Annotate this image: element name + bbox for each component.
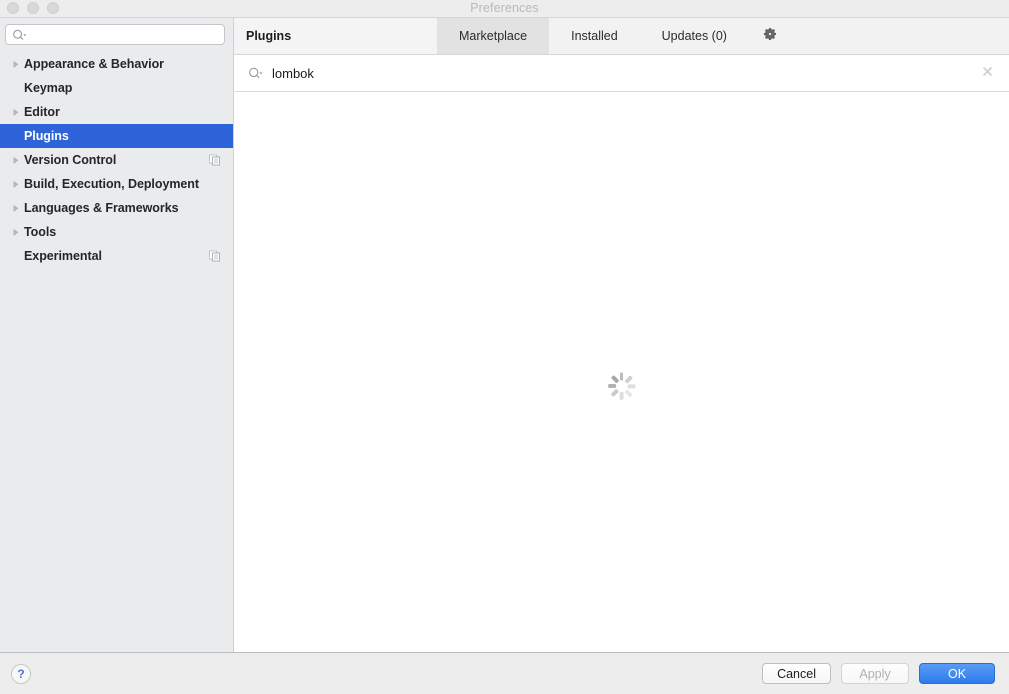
sidebar-item-build-execution-deployment[interactable]: Build, Execution, Deployment — [0, 172, 233, 196]
sidebar-item-label: Experimental — [24, 249, 102, 263]
ok-button[interactable]: OK — [919, 663, 995, 684]
main-split: Appearance & Behavior Keymap Editor Plug… — [0, 18, 1009, 652]
sidebar-item-tools[interactable]: Tools — [0, 220, 233, 244]
chevron-right-icon[interactable] — [8, 204, 24, 213]
chevron-right-icon[interactable] — [8, 156, 24, 165]
page-title: Plugins — [234, 18, 437, 54]
plugin-settings-button[interactable] — [749, 18, 791, 54]
chevron-right-icon[interactable] — [8, 180, 24, 189]
tab-marketplace[interactable]: Marketplace — [437, 18, 550, 54]
sidebar-item-label: Build, Execution, Deployment — [24, 177, 200, 191]
sidebar-item-label: Appearance & Behavior — [24, 57, 164, 71]
chevron-right-icon — [8, 132, 24, 141]
tab-label: Installed — [571, 29, 618, 43]
project-settings-icon — [209, 154, 220, 166]
settings-sidebar: Appearance & Behavior Keymap Editor Plug… — [0, 18, 234, 652]
sidebar-item-version-control[interactable]: Version Control — [0, 148, 233, 172]
dialog-footer: ? Cancel Apply OK — [0, 652, 1009, 694]
search-icon — [248, 67, 264, 80]
sidebar-item-editor[interactable]: Editor — [0, 100, 233, 124]
sidebar-item-experimental[interactable]: Experimental — [0, 244, 233, 268]
tab-label: Marketplace — [459, 29, 528, 43]
tab-updates[interactable]: Updates (0) — [640, 18, 749, 54]
sidebar-search-box[interactable] — [5, 24, 225, 45]
loading-spinner-icon — [607, 372, 636, 400]
sidebar-search-container — [0, 18, 233, 51]
chevron-right-icon[interactable] — [8, 60, 24, 69]
chevron-right-icon — [8, 84, 24, 93]
gear-icon — [763, 27, 777, 46]
help-button[interactable]: ? — [11, 663, 31, 684]
sidebar-item-label: Tools — [24, 225, 57, 239]
plugin-search-row — [234, 55, 1009, 92]
chevron-right-icon — [8, 252, 24, 261]
close-icon — [982, 64, 993, 82]
plugin-results-area — [234, 92, 1009, 652]
question-mark-icon: ? — [17, 666, 25, 681]
sidebar-item-label: Version Control — [24, 153, 117, 167]
apply-button-label: Apply — [859, 666, 891, 681]
plugins-tab-bar: Plugins Marketplace Installed Updates (0… — [234, 18, 1009, 55]
project-settings-icon — [209, 250, 220, 262]
search-icon — [12, 29, 28, 41]
clear-search-button[interactable] — [979, 65, 995, 81]
apply-button[interactable]: Apply — [841, 663, 909, 684]
sidebar-search-input[interactable] — [28, 26, 224, 43]
title-bar: Preferences — [0, 0, 1009, 18]
sidebar-item-label: Editor — [24, 105, 60, 119]
plugin-search-input[interactable] — [270, 62, 979, 84]
plugins-panel: Plugins Marketplace Installed Updates (0… — [234, 18, 1009, 652]
sidebar-item-plugins[interactable]: Plugins — [0, 124, 233, 148]
cancel-button-label: Cancel — [777, 666, 816, 681]
ok-button-label: OK — [947, 666, 967, 681]
chevron-right-icon[interactable] — [8, 228, 24, 237]
sidebar-item-keymap[interactable]: Keymap — [0, 76, 233, 100]
sidebar-item-languages-frameworks[interactable]: Languages & Frameworks — [0, 196, 233, 220]
cancel-button[interactable]: Cancel — [762, 663, 831, 684]
chevron-right-icon[interactable] — [8, 108, 24, 117]
sidebar-item-label: Languages & Frameworks — [24, 201, 179, 215]
tab-label: Updates (0) — [661, 29, 727, 43]
window-title: Preferences — [470, 1, 539, 15]
settings-tree: Appearance & Behavior Keymap Editor Plug… — [0, 51, 233, 652]
sidebar-item-label: Plugins — [24, 129, 69, 143]
sidebar-item-appearance-behavior[interactable]: Appearance & Behavior — [0, 52, 233, 76]
sidebar-item-label: Keymap — [24, 81, 73, 95]
tab-installed[interactable]: Installed — [549, 18, 640, 54]
preferences-window: Preferences Appearance & Behavior Keymap… — [0, 0, 1009, 694]
